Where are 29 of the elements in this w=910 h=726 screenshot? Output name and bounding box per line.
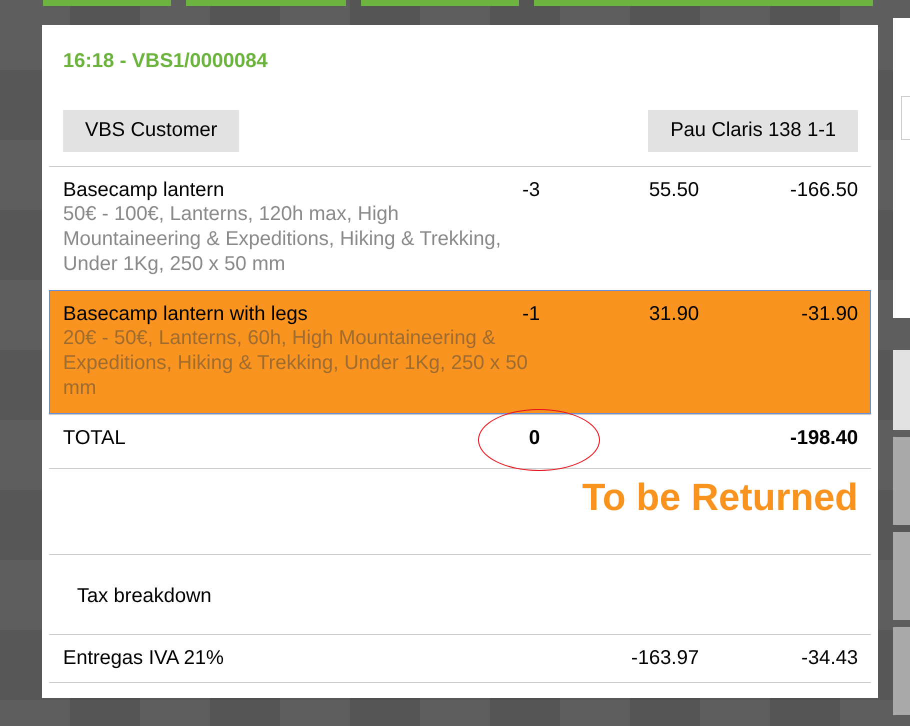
total-amount: -198.40 [789, 427, 858, 450]
tax-base: -163.97 [630, 647, 699, 670]
return-status: To be Returned [582, 477, 858, 521]
tax-name: Entregas IVA 21% [63, 647, 225, 670]
total-label: TOTAL [63, 427, 127, 450]
total-quantity: 0 [528, 427, 540, 450]
line-quantity: -3 [521, 179, 540, 202]
customer-button[interactable]: VBS Customer [63, 110, 240, 152]
product-attributes: 20€ - 50€, Lanterns, 60h, High Mountaineering & Expeditions, Hiking & Trekking, Under 1Kg, 250 x 50 mm [63, 326, 529, 401]
side-button[interactable] [893, 350, 910, 430]
line-price: 55.50 [648, 179, 699, 202]
top-tab[interactable] [534, 0, 873, 6]
top-tab[interactable] [361, 0, 519, 6]
top-tab[interactable] [43, 0, 171, 6]
location-button[interactable]: Pau Claris 138 1-1 [648, 110, 858, 152]
product-name: Basecamp lantern with legs [63, 303, 309, 326]
line-quantity: -1 [521, 303, 540, 326]
line-price: 31.90 [648, 303, 699, 326]
product-name: Basecamp lantern [63, 179, 226, 202]
receipt-title: 16:18 - VBS1/0000084 [62, 49, 269, 74]
line-total: -31.90 [800, 303, 858, 326]
line-total: -166.50 [789, 179, 858, 202]
top-tab[interactable] [186, 0, 346, 6]
side-button[interactable] [893, 627, 910, 715]
tax-amount: -34.43 [800, 647, 858, 670]
tax-breakdown-heading: Tax breakdown [49, 554, 871, 634]
product-attributes: 50€ - 100€, Lanterns, 120h max, High Mountaineering & Expeditions, Hiking & Trekking, Under 1Kg, 250 x 50 mm [63, 202, 502, 277]
side-button[interactable] [893, 437, 910, 525]
side-button[interactable] [893, 532, 910, 620]
